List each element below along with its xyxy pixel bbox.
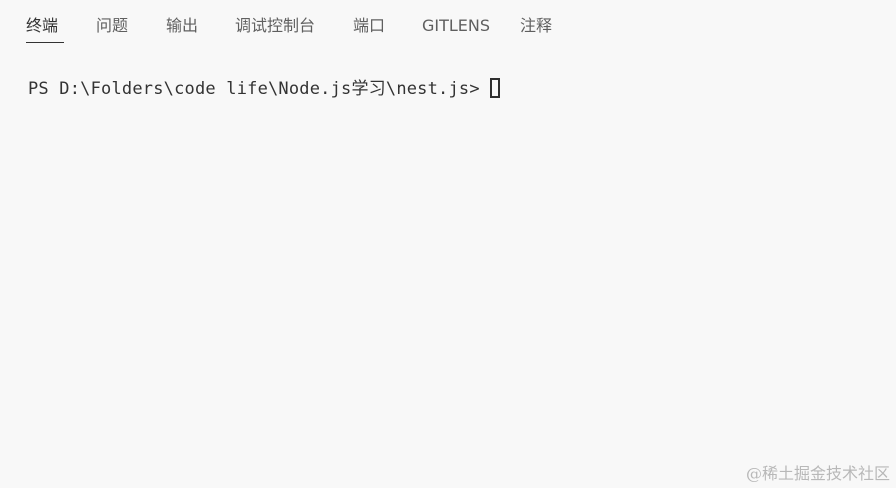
tab-ports[interactable]: 端口 [353, 14, 385, 38]
terminal-prompt: PS D:\Folders\code life\Node.js学习\nest.j… [28, 79, 480, 99]
active-tab-indicator [26, 42, 64, 43]
tab-debug-console[interactable]: 调试控制台 [235, 14, 315, 38]
panel-tab-bar: 终端 问题 输出 调试控制台 端口 GITLENS 注释 [0, 0, 896, 52]
terminal-cursor [489, 78, 500, 98]
watermark: @稀土掘金技术社区 [745, 464, 890, 483]
tab-gitlens[interactable]: GITLENS [422, 14, 490, 38]
tab-problems[interactable]: 问题 [96, 14, 128, 38]
tab-output[interactable]: 输出 [166, 14, 198, 38]
tab-terminal[interactable]: 终端 [26, 14, 58, 38]
terminal-content[interactable]: PS D:\Folders\code life\Node.js学习\nest.j… [28, 76, 500, 102]
tab-comments[interactable]: 注释 [520, 14, 552, 38]
